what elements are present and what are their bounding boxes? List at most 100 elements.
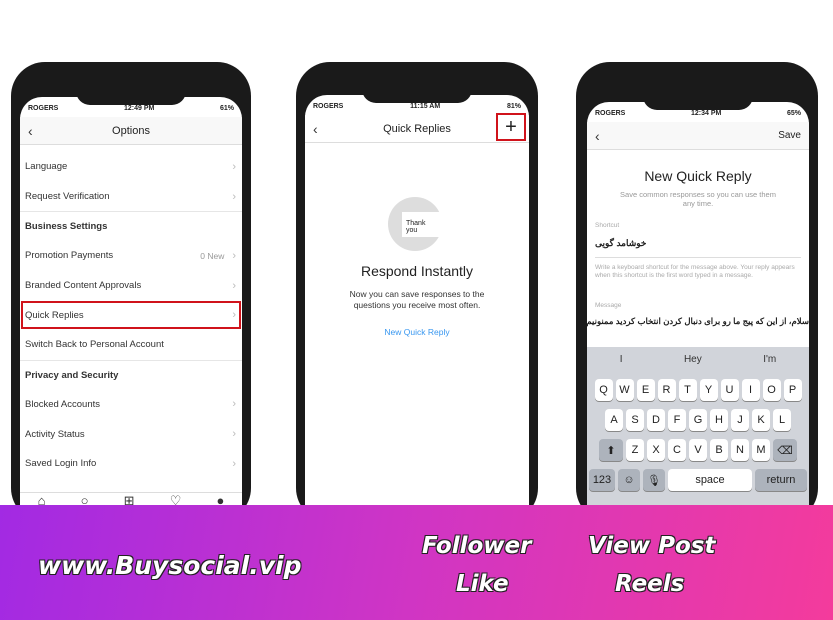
options-item[interactable]: Language › bbox=[20, 152, 242, 182]
key[interactable]: N bbox=[731, 439, 749, 461]
backspace-icon[interactable]: ⌫ bbox=[773, 439, 797, 461]
key-row: ASDFGHJKL bbox=[589, 409, 807, 431]
chevron-right-icon: › bbox=[232, 279, 236, 292]
message-bubble: Thank you bbox=[402, 211, 442, 237]
key[interactable]: K bbox=[752, 409, 770, 431]
chevron-right-icon: › bbox=[232, 309, 236, 322]
shortcut-label: Shortcut bbox=[595, 222, 620, 229]
suggestion[interactable]: Hey bbox=[684, 354, 702, 365]
key-row: QWERTYUIOP bbox=[589, 379, 807, 401]
key[interactable]: W bbox=[615, 379, 634, 401]
message-label: Message bbox=[595, 302, 622, 309]
nav-bar: ‹ Save bbox=[587, 122, 809, 150]
phone-quick-replies: ROGERS 11:15 AM 81% ‹ Quick Replies + Thank… bbox=[296, 62, 538, 522]
back-icon[interactable]: ‹ bbox=[28, 123, 33, 139]
notch bbox=[643, 102, 753, 110]
back-icon[interactable]: ‹ bbox=[313, 121, 318, 137]
chevron-right-icon: › bbox=[232, 190, 236, 203]
quick-replies-screen: ROGERS 11:15 AM 81% ‹ Quick Replies + Thank… bbox=[305, 95, 529, 522]
battery: 65% bbox=[786, 110, 801, 117]
nav-bar: ‹ Options bbox=[20, 117, 242, 145]
numbers-key[interactable]: 123 bbox=[589, 469, 615, 491]
key[interactable]: V bbox=[689, 439, 707, 461]
key[interactable]: R bbox=[657, 379, 676, 401]
phone-options: ROGERS 12:49 PM 61% ‹ Options Language › Requ… bbox=[11, 62, 251, 522]
options-screen: ROGERS 12:49 PM 61% ‹ Options Language › Requ… bbox=[20, 97, 242, 522]
chevron-right-icon: › bbox=[232, 160, 236, 173]
options-item[interactable]: Blocked Accounts › bbox=[20, 390, 242, 420]
options-list: Language › Request Verification › Business S… bbox=[20, 152, 242, 479]
chevron-right-icon: › bbox=[232, 398, 236, 411]
section-header: Business Settings bbox=[20, 211, 242, 241]
message-input[interactable]: سلام، از این که پیج ما رو برای دنبال کرد… bbox=[587, 316, 809, 327]
item-label: Promotion Payments bbox=[25, 250, 114, 262]
options-item[interactable]: Promotion Payments 0 New › bbox=[20, 241, 242, 271]
shift-icon[interactable]: ⬆ bbox=[599, 439, 623, 461]
options-item[interactable]: Quick Replies › bbox=[20, 300, 242, 330]
battery: 61% bbox=[219, 105, 234, 112]
item-label: Saved Login Info bbox=[25, 458, 97, 470]
new-reply-screen: ROGERS 12:34 PM 65% ‹ Save New Quick Reply … bbox=[587, 102, 809, 522]
service-view-post: View Post bbox=[588, 533, 716, 559]
new-quick-reply-link[interactable]: New Quick Reply bbox=[305, 327, 529, 337]
item-label: Request Verification bbox=[25, 191, 110, 203]
options-item[interactable]: Switch Back to Personal Account bbox=[20, 330, 242, 360]
time: 11:15 AM bbox=[410, 103, 441, 110]
suggestion-bar: I Hey I'm bbox=[589, 347, 807, 371]
notch bbox=[362, 95, 472, 103]
key[interactable]: D bbox=[647, 409, 665, 431]
item-label: Branded Content Approvals bbox=[25, 280, 142, 292]
key[interactable]: T bbox=[678, 379, 697, 401]
key[interactable]: C bbox=[668, 439, 686, 461]
key[interactable]: O bbox=[762, 379, 781, 401]
key[interactable]: X bbox=[647, 439, 665, 461]
options-item[interactable]: Activity Status › bbox=[20, 419, 242, 449]
service-reels: Reels bbox=[615, 571, 685, 597]
return-key[interactable]: return bbox=[755, 469, 807, 491]
key[interactable]: U bbox=[720, 379, 739, 401]
key[interactable]: L bbox=[773, 409, 791, 431]
key[interactable]: Q bbox=[594, 379, 613, 401]
chevron-right-icon: › bbox=[232, 428, 236, 441]
options-item[interactable]: Saved Login Info › bbox=[20, 449, 242, 479]
key[interactable]: Z bbox=[626, 439, 644, 461]
key[interactable]: J bbox=[731, 409, 749, 431]
page-title: Quick Replies bbox=[383, 122, 451, 135]
emoji-icon[interactable]: ☺ bbox=[618, 469, 640, 491]
item-label: Quick Replies bbox=[25, 309, 84, 321]
key[interactable]: B bbox=[710, 439, 728, 461]
notch bbox=[76, 97, 186, 105]
item-label: Privacy and Security bbox=[25, 369, 119, 381]
carrier: ROGERS bbox=[28, 105, 59, 112]
item-label: Switch Back to Personal Account bbox=[25, 339, 164, 351]
save-button[interactable]: Save bbox=[778, 130, 801, 141]
suggestion[interactable]: I'm bbox=[763, 354, 776, 365]
options-item[interactable]: Branded Content Approvals › bbox=[20, 271, 242, 301]
key[interactable]: A bbox=[605, 409, 623, 431]
key[interactable]: H bbox=[710, 409, 728, 431]
key[interactable]: F bbox=[668, 409, 686, 431]
space-key[interactable]: space bbox=[668, 469, 752, 491]
key[interactable]: P bbox=[783, 379, 802, 401]
carrier: ROGERS bbox=[595, 110, 626, 117]
options-item[interactable]: Request Verification › bbox=[20, 182, 242, 212]
service-follower: Follower bbox=[422, 533, 532, 559]
key[interactable]: S bbox=[626, 409, 644, 431]
add-quick-reply-button[interactable]: + bbox=[496, 113, 526, 141]
page-title: Options bbox=[112, 124, 150, 137]
site-url[interactable]: www.Buysocial.vip bbox=[38, 551, 301, 580]
key[interactable]: G bbox=[689, 409, 707, 431]
subtitle: Save common responses so you can use the… bbox=[620, 190, 776, 208]
shortcut-input[interactable]: خوشامد گویی bbox=[595, 234, 801, 258]
microphone-icon[interactable]: 🎙 bbox=[643, 469, 665, 491]
key[interactable]: M bbox=[752, 439, 770, 461]
nav-bar: ‹ Quick Replies + bbox=[305, 113, 529, 143]
key[interactable]: I bbox=[741, 379, 760, 401]
key[interactable]: E bbox=[636, 379, 655, 401]
suggestion[interactable]: I bbox=[620, 354, 623, 365]
back-icon[interactable]: ‹ bbox=[595, 128, 600, 144]
item-label: Blocked Accounts bbox=[25, 398, 100, 410]
empty-body: Now you can save responses to the questi… bbox=[349, 289, 485, 310]
key[interactable]: Y bbox=[699, 379, 718, 401]
chevron-right-icon: › bbox=[232, 249, 236, 262]
